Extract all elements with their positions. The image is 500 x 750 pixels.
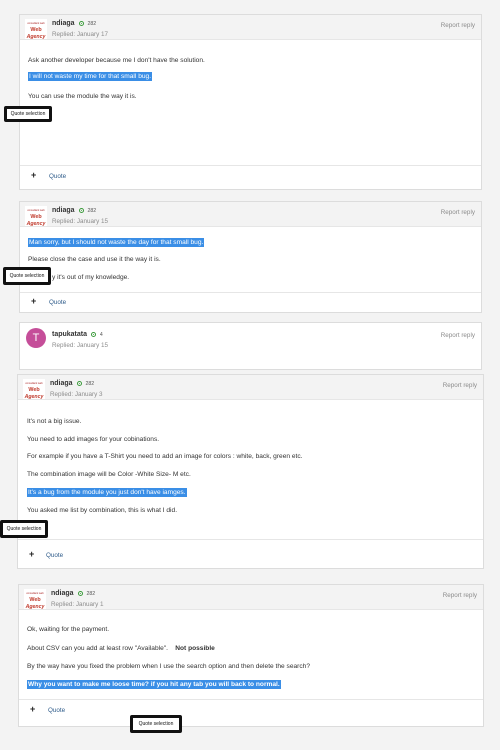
avatar-logo-text: consultant web	[27, 22, 45, 25]
author-name-text: tapukatata	[52, 331, 88, 338]
reputation-icon	[90, 331, 96, 337]
quote-button[interactable]: Quote	[48, 707, 65, 714]
report-reply-link[interactable]: Report reply	[443, 592, 477, 599]
report-reply-link[interactable]: Report reply	[441, 332, 475, 339]
post-text: You need to add images for your cobinati…	[27, 436, 160, 443]
plus-icon[interactable]: +	[30, 704, 35, 714]
reply-date: Replied: January 15	[52, 342, 109, 349]
divider	[18, 539, 483, 540]
quote-selection-button[interactable]: Quote selection	[3, 267, 51, 285]
reply-date: Replied: January 3	[50, 391, 103, 398]
post-text: Ask another developer because me I don't…	[28, 57, 205, 64]
avatar-logo-text: Agency	[25, 604, 45, 610]
post-text: By the way have you fixed the problem wh…	[27, 663, 310, 670]
post-5: consultant web Web Agency ndiaga 282 Rep…	[18, 584, 484, 727]
quote-selection-button[interactable]: Quote selection	[130, 715, 182, 733]
post-text: I will not waste my time for that small …	[28, 72, 153, 81]
post-text: Ok, waiting for the payment.	[27, 626, 110, 633]
avatar-logo-text: consultant web	[25, 382, 43, 385]
report-reply-link[interactable]: Report reply	[441, 22, 475, 29]
post-header: consultant web Web Agency ndiaga 282 Rep…	[20, 202, 481, 227]
post-header: consultant web Web Agency ndiaga 282 Rep…	[18, 375, 483, 400]
reply-date: Replied: January 17	[52, 31, 109, 38]
post-text: You asked me list by combination, this i…	[27, 507, 178, 514]
author-name[interactable]: ndiaga 282	[51, 590, 95, 597]
divider	[20, 165, 481, 166]
avatar-logo-text: Web	[29, 597, 41, 603]
reply-date: Replied: January 15	[52, 218, 109, 225]
plus-icon[interactable]: +	[29, 549, 34, 559]
author-avatar[interactable]: consultant web Web Agency	[23, 379, 45, 400]
author-name[interactable]: ndiaga 282	[50, 380, 94, 387]
quote-selection-button[interactable]: Quote selection	[4, 106, 52, 122]
reputation-count: 282	[87, 208, 97, 214]
post-header: T tapukatata 4 Replied: January 15 Repor…	[20, 323, 481, 358]
reputation-icon	[76, 380, 82, 386]
quote-button[interactable]: Quote	[49, 173, 66, 180]
post-text: Please close the case and use it the way…	[28, 256, 161, 263]
reputation-count: 282	[86, 591, 96, 597]
divider	[20, 292, 481, 293]
post-3: T tapukatata 4 Replied: January 15 Repor…	[19, 322, 482, 370]
author-name-text: ndiaga	[52, 207, 75, 214]
post-header: consultant web Web Agency ndiaga 282 Rep…	[20, 15, 481, 40]
post-text: You can use the module the way it is.	[28, 93, 137, 100]
author-name-text: ndiaga	[52, 20, 75, 27]
author-name[interactable]: ndiaga 282	[52, 20, 96, 27]
post-text: For example if you have a T-Shirt you ne…	[27, 453, 303, 460]
reputation-count: 282	[85, 381, 95, 387]
post-text: The combination image will be Color -Whi…	[27, 471, 191, 478]
avatar-logo-text: consultant web	[26, 592, 44, 595]
reply-date: Replied: January 1	[51, 601, 104, 608]
avatar-logo-text: Web	[30, 27, 42, 33]
post-text-part: About CSV can you add at least row "Avai…	[27, 645, 168, 652]
selected-text: Man sorry, but I should not waste the da…	[28, 238, 205, 247]
post-text: About CSV can you add at least row "Avai…	[27, 645, 215, 652]
avatar-logo-text: Agency	[24, 394, 44, 400]
post-text-bold: Not possible	[175, 645, 215, 652]
post-4: consultant web Web Agency ndiaga 282 Rep…	[17, 374, 484, 569]
post-text: Why you want to make me loose time? if y…	[27, 680, 281, 689]
post-text: y it's out of my knowledge.	[52, 274, 130, 281]
post-text: It's a bug from the module you just don'…	[27, 488, 187, 497]
post-header: consultant web Web Agency ndiaga 282 Rep…	[19, 585, 483, 610]
quote-button[interactable]: Quote	[46, 552, 63, 559]
reputation-icon	[78, 20, 84, 26]
plus-icon[interactable]: +	[31, 296, 36, 306]
author-name[interactable]: tapukatata 4	[52, 331, 103, 338]
avatar-logo-text: Agency	[26, 34, 46, 40]
author-avatar[interactable]: consultant web Web Agency	[25, 19, 47, 40]
quote-selection-button[interactable]: Quote selection	[0, 520, 48, 538]
author-name-text: ndiaga	[50, 380, 73, 387]
avatar-logo-text: consultant web	[27, 209, 45, 212]
reputation-count: 282	[87, 21, 97, 27]
post-2: consultant web Web Agency ndiaga 282 Rep…	[19, 201, 482, 313]
author-avatar[interactable]: consultant web Web Agency	[24, 589, 46, 610]
reputation-icon	[77, 590, 83, 596]
selected-text: I will not waste my time for that small …	[28, 72, 153, 81]
report-reply-link[interactable]: Report reply	[441, 209, 475, 216]
author-name[interactable]: ndiaga 282	[52, 207, 96, 214]
post-1: consultant web Web Agency ndiaga 282 Rep…	[19, 14, 482, 190]
reputation-icon	[78, 207, 84, 213]
post-text: It's not a big issue.	[27, 418, 82, 425]
avatar-logo-text: Web	[30, 214, 42, 220]
author-avatar[interactable]: T	[26, 328, 46, 348]
reputation-count: 4	[99, 332, 103, 338]
selected-text: It's a bug from the module you just don'…	[27, 488, 187, 497]
divider	[19, 699, 483, 700]
avatar-logo-text: Agency	[26, 221, 46, 227]
post-text: Man sorry, but I should not waste the da…	[28, 238, 205, 247]
selected-text: Why you want to make me loose time? if y…	[27, 680, 281, 689]
author-avatar[interactable]: consultant web Web Agency	[25, 206, 47, 227]
author-name-text: ndiaga	[51, 590, 74, 597]
report-reply-link[interactable]: Report reply	[443, 382, 477, 389]
quote-button[interactable]: Quote	[49, 299, 66, 306]
avatar-logo-text: Web	[28, 387, 40, 393]
plus-icon[interactable]: +	[31, 170, 36, 180]
